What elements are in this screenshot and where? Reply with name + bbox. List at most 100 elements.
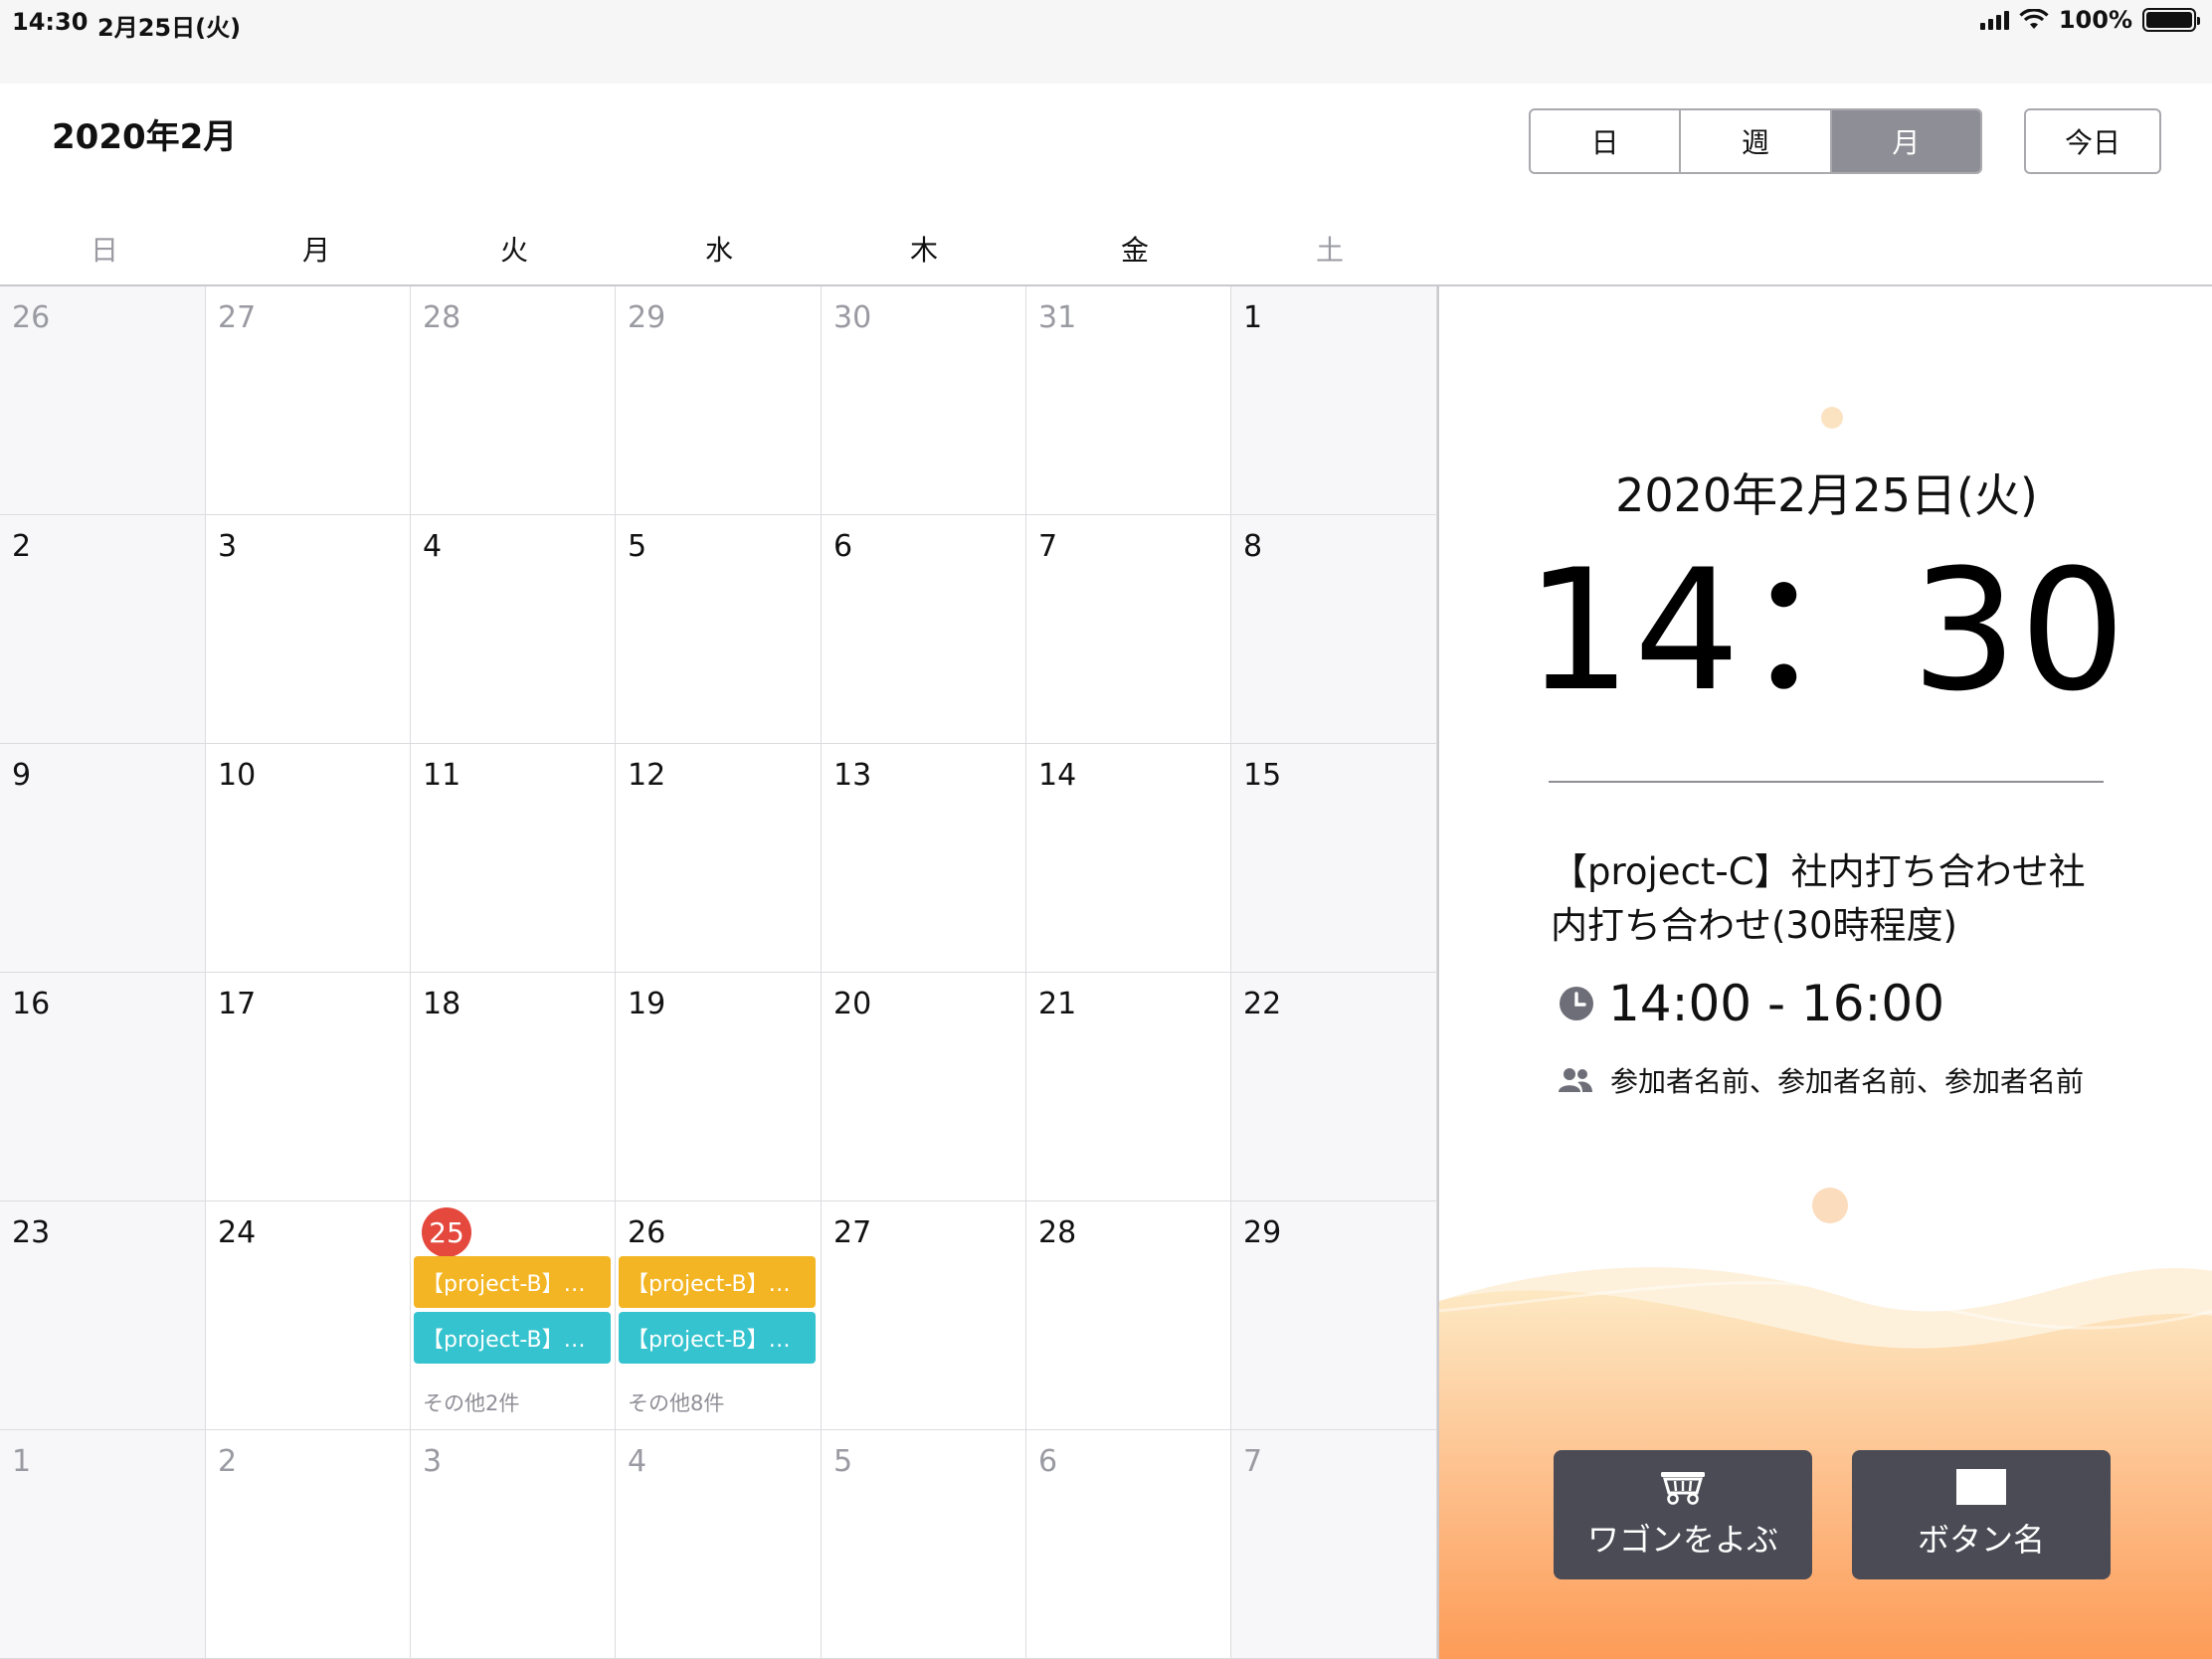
clock-icon — [1560, 987, 1593, 1020]
day-number: 1 — [1243, 300, 1263, 335]
wagon-icon — [1661, 1472, 1705, 1505]
day-number: 28 — [423, 300, 461, 335]
day-cell[interactable]: 13 — [822, 744, 1026, 973]
weekday-header: 日 月 火 水 木 金 土 — [0, 229, 1437, 284]
detail-panel: 2020年2月25日(火) 14：30 【project-C】社内打ち合わせ社内… — [1437, 286, 2212, 1659]
day-cell[interactable]: 1 — [1231, 286, 1437, 515]
status-bar: 14:30 2月25日(火) 100% — [0, 0, 2212, 84]
day-cell[interactable]: 7 — [1026, 515, 1231, 744]
event-chip[interactable]: 【project-B】… — [414, 1312, 611, 1364]
month-grid: 26 27 28 29 30 31 1 2 3 4 5 6 7 8 9 10 11 12 13 14 15 16 17 18 1… — [0, 286, 1437, 1659]
day-cell[interactable]: 31 — [1026, 286, 1231, 515]
status-time: 14:30 — [12, 8, 89, 36]
today-day-number: 25 — [422, 1207, 471, 1257]
day-cell[interactable]: 2 — [0, 515, 206, 744]
battery-percent: 100% — [2058, 6, 2132, 34]
day-cell[interactable]: 1 — [0, 1430, 206, 1659]
more-events-link[interactable]: その他2件 — [423, 1387, 519, 1417]
day-cell[interactable]: 12 — [616, 744, 822, 973]
view-day-button[interactable]: 日 — [1531, 110, 1682, 172]
day-number: 14 — [1038, 758, 1077, 793]
day-cell[interactable]: 17 — [206, 973, 411, 1201]
day-number: 12 — [628, 758, 666, 793]
day-number: 4 — [423, 529, 443, 564]
event-title[interactable]: 【project-C】社内打ち合わせ社内打ち合わせ(30時程度) — [1551, 845, 2108, 953]
day-cell[interactable]: 10 — [206, 744, 411, 973]
day-number: 17 — [218, 987, 257, 1021]
day-cell[interactable]: 16 — [0, 973, 206, 1201]
day-cell[interactable]: 18 — [411, 973, 616, 1201]
status-indicators: 100% — [1979, 6, 2200, 34]
day-cell[interactable]: 26 — [0, 286, 206, 515]
day-number: 31 — [1038, 300, 1077, 335]
day-cell[interactable]: 4 — [411, 515, 616, 744]
day-cell[interactable]: 26 【project-B】… 【project-B】… その他8件 — [616, 1201, 822, 1430]
people-icon — [1559, 1068, 1592, 1092]
day-cell[interactable]: 9 — [0, 744, 206, 973]
day-cell[interactable]: 22 — [1231, 973, 1437, 1201]
day-cell[interactable]: 29 — [1231, 1201, 1437, 1430]
day-number: 23 — [12, 1215, 51, 1250]
day-cell[interactable]: 20 — [822, 973, 1026, 1201]
day-cell[interactable]: 4 — [616, 1430, 822, 1659]
day-cell[interactable]: 11 — [411, 744, 616, 973]
day-number: 2 — [218, 1444, 238, 1479]
day-number: 13 — [833, 758, 872, 793]
day-number: 9 — [12, 758, 32, 793]
day-cell[interactable]: 30 — [822, 286, 1026, 515]
day-number: 10 — [218, 758, 257, 793]
event-chip[interactable]: 【project-B】… — [619, 1312, 816, 1364]
day-number: 15 — [1243, 758, 1282, 793]
day-cell[interactable]: 23 — [0, 1201, 206, 1430]
day-number: 8 — [1243, 529, 1263, 564]
day-cell[interactable]: 28 — [1026, 1201, 1231, 1430]
day-cell[interactable]: 6 — [822, 515, 1026, 744]
day-cell[interactable]: 5 — [822, 1430, 1026, 1659]
day-number: 28 — [1038, 1215, 1077, 1250]
event-time: 14:00 - 16:00 — [1608, 975, 1945, 1032]
day-number: 27 — [218, 300, 257, 335]
day-cell[interactable]: 27 — [822, 1201, 1026, 1430]
month-title: 2020年2月 — [52, 117, 238, 157]
event-chip[interactable]: 【project-B】… — [619, 1256, 816, 1308]
day-cell[interactable]: 7 — [1231, 1430, 1437, 1659]
day-number: 21 — [1038, 987, 1077, 1021]
wifi-icon — [2019, 9, 2049, 29]
day-cell[interactable]: 28 — [411, 286, 616, 515]
weekday-sun: 日 — [90, 234, 119, 267]
day-cell[interactable]: 24 — [206, 1201, 411, 1430]
day-cell[interactable]: 15 — [1231, 744, 1437, 973]
participants-row: 参加者名前、参加者名前、参加者名前 — [1559, 1060, 2084, 1100]
day-number: 18 — [423, 987, 461, 1021]
day-cell[interactable]: 14 — [1026, 744, 1231, 973]
call-wagon-button[interactable]: ワゴンをよぶ — [1554, 1450, 1812, 1579]
day-cell[interactable]: 8 — [1231, 515, 1437, 744]
more-events-link[interactable]: その他8件 — [628, 1387, 724, 1417]
day-number: 5 — [833, 1444, 853, 1479]
day-cell[interactable]: 21 — [1026, 973, 1231, 1201]
day-number: 19 — [628, 987, 666, 1021]
day-cell[interactable]: 27 — [206, 286, 411, 515]
view-month-button[interactable]: 月 — [1831, 110, 1980, 172]
view-week-button[interactable]: 週 — [1681, 110, 1832, 172]
day-number: 2 — [12, 529, 32, 564]
generic-action-button[interactable]: ボタン名 — [1852, 1450, 2111, 1579]
placeholder-icon — [1956, 1469, 2006, 1505]
day-cell[interactable]: 19 — [616, 973, 822, 1201]
event-chip[interactable]: 【project-B】… — [414, 1256, 611, 1308]
view-segmented-control: 日 週 月 — [1529, 108, 1982, 174]
event-time-row: 14:00 - 16:00 — [1559, 975, 1944, 1032]
signal-icon — [1979, 10, 2009, 30]
day-cell[interactable]: 29 — [616, 286, 822, 515]
day-cell[interactable]: 6 — [1026, 1430, 1231, 1659]
day-cell[interactable]: 5 — [616, 515, 822, 744]
status-date: 2月25日(火) — [97, 14, 242, 42]
day-cell[interactable]: 3 — [411, 1430, 616, 1659]
weekday-mon: 月 — [301, 234, 331, 267]
today-button[interactable]: 今日 — [2024, 108, 2161, 174]
day-cell[interactable]: 25 【project-B】… 【project-B】… その他2件 — [411, 1201, 616, 1430]
day-number: 5 — [628, 529, 647, 564]
call-wagon-label: ワゴンをよぶ — [1586, 1521, 1778, 1559]
day-cell[interactable]: 3 — [206, 515, 411, 744]
day-cell[interactable]: 2 — [206, 1430, 411, 1659]
